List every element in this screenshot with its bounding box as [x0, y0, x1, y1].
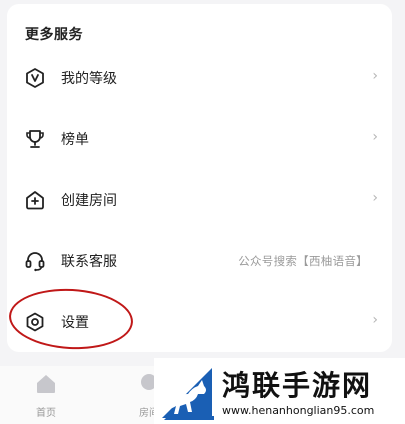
home-icon [34, 372, 58, 396]
watermark-title: 鸿联手游网 [222, 369, 373, 402]
menu-item-label: 榜单 [61, 132, 89, 148]
horse-logo-icon [158, 364, 216, 420]
more-services-card: 更多服务 我的等级 › 榜单 › 创建房间 › 联系客服 公众号搜索【西柚语音】… [7, 4, 392, 352]
site-watermark: 鸿联手游网 www.henanhonglian95.com [154, 358, 405, 424]
level-badge-icon [23, 66, 47, 90]
trophy-icon [23, 127, 47, 151]
menu-item-label: 设置 [61, 315, 89, 331]
service-hint-text: 公众号搜索【西柚语音】 [238, 254, 368, 268]
menu-item-settings[interactable]: 设置 › [7, 292, 392, 352]
menu-item-label: 创建房间 [61, 193, 117, 209]
menu-item-level[interactable]: 我的等级 › [7, 48, 392, 108]
headset-icon [23, 249, 47, 273]
tab-label: 首页 [36, 408, 56, 419]
chevron-right-icon: › [372, 190, 378, 206]
add-room-icon [23, 188, 47, 212]
settings-icon [23, 310, 47, 334]
menu-item-label: 我的等级 [61, 71, 117, 87]
menu-item-ranking[interactable]: 榜单 › [7, 109, 392, 169]
menu-item-label: 联系客服 [61, 254, 117, 270]
section-title: 更多服务 [25, 27, 83, 43]
chevron-right-icon: › [372, 68, 378, 84]
tab-home[interactable]: 首页 [21, 372, 71, 419]
menu-item-create-room[interactable]: 创建房间 › [7, 170, 392, 230]
menu-item-customer-service[interactable]: 联系客服 公众号搜索【西柚语音】 [7, 231, 392, 291]
chevron-right-icon: › [372, 312, 378, 328]
chevron-right-icon: › [372, 129, 378, 145]
watermark-url: www.henanhonglian95.com [222, 404, 375, 417]
